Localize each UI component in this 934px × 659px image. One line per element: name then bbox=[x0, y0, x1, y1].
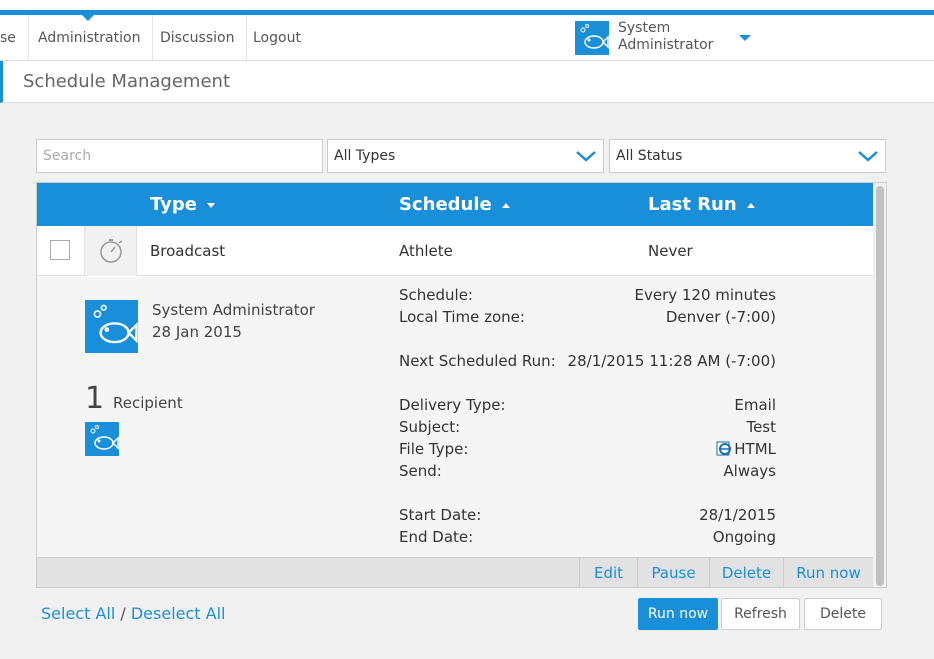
top-navigation: se Administration Discussion Logout Syst… bbox=[0, 15, 934, 61]
detail-label: Subject: bbox=[399, 418, 461, 436]
detail-label: Send: bbox=[399, 462, 442, 480]
row-actions-bar: Edit Pause Delete Run now bbox=[37, 557, 873, 587]
selection-separator: / bbox=[120, 604, 126, 623]
schedule-icon-cell bbox=[84, 226, 137, 276]
page-title: Schedule Management bbox=[23, 71, 231, 92]
detail-label: File Type: bbox=[399, 440, 469, 458]
nav-item-logout[interactable]: Logout bbox=[241, 15, 313, 61]
delete-button[interactable]: Delete bbox=[804, 598, 882, 630]
status-filter-value: All Status bbox=[616, 148, 683, 164]
deselect-all-link[interactable]: Deselect All bbox=[131, 604, 226, 623]
chevron-down-icon bbox=[858, 151, 878, 162]
detail-value: Every 120 minutes bbox=[634, 286, 776, 304]
fish-avatar-icon bbox=[580, 24, 609, 49]
table-row[interactable]: Broadcast Athlete Never bbox=[37, 226, 873, 276]
column-header-type[interactable]: Type bbox=[150, 183, 215, 226]
nav-item-discussion[interactable]: Discussion bbox=[148, 15, 248, 61]
created-date: 28 Jan 2015 bbox=[152, 323, 242, 341]
type-filter-select[interactable]: All Types bbox=[327, 139, 604, 173]
selection-links: Select All / Deselect All bbox=[41, 603, 225, 625]
row-schedule: Athlete bbox=[399, 242, 453, 260]
search-input[interactable] bbox=[36, 139, 323, 173]
column-header-schedule[interactable]: Schedule bbox=[399, 183, 510, 226]
column-header-last-run[interactable]: Last Run bbox=[648, 183, 755, 226]
scrollbar-thumb[interactable] bbox=[876, 186, 884, 586]
detail-value: Test bbox=[746, 418, 776, 436]
row-checkbox[interactable] bbox=[50, 240, 70, 260]
recipient-label: Recipient bbox=[113, 394, 183, 412]
nav-item-administration[interactable]: Administration bbox=[26, 15, 154, 61]
user-menu-caret-icon[interactable] bbox=[739, 35, 751, 41]
timer-icon bbox=[100, 239, 123, 263]
table-header: Type Schedule Last Run bbox=[37, 183, 873, 226]
creator-avatar bbox=[85, 300, 138, 353]
recipient-avatar[interactable] bbox=[85, 422, 119, 456]
recipient-count: 1 bbox=[85, 381, 105, 416]
detail-value: Always bbox=[723, 462, 776, 480]
detail-value: 28/1/2015 bbox=[699, 506, 776, 524]
status-filter-select[interactable]: All Status bbox=[609, 139, 886, 173]
user-name-line1: System bbox=[618, 20, 671, 36]
detail-label: Delivery Type: bbox=[399, 396, 506, 414]
html-file-icon bbox=[716, 441, 732, 456]
delete-row-button[interactable]: Delete bbox=[709, 558, 783, 587]
pause-button[interactable]: Pause bbox=[637, 558, 709, 587]
detail-value: Ongoing bbox=[712, 528, 776, 546]
detail-value: Denver (-7:00) bbox=[665, 308, 776, 326]
detail-label: Start Date: bbox=[399, 506, 482, 524]
row-type: Broadcast bbox=[150, 242, 226, 260]
detail-label: Schedule: bbox=[399, 286, 473, 304]
user-name[interactable]: System Administrator bbox=[618, 20, 713, 54]
user-name-line2: Administrator bbox=[618, 37, 714, 53]
detail-value: 28/1/2015 11:28 AM (-7:00) bbox=[567, 352, 776, 370]
row-last-run: Never bbox=[648, 242, 693, 260]
chevron-down-icon bbox=[576, 151, 596, 162]
fish-avatar-icon bbox=[90, 425, 119, 450]
type-filter-value: All Types bbox=[334, 148, 396, 164]
nav-item-partial[interactable]: se bbox=[0, 15, 29, 61]
schedule-details: System Administrator 28 Jan 2015 1 Recip… bbox=[37, 277, 873, 557]
detail-label: Next Scheduled Run: bbox=[399, 352, 556, 370]
run-now-button[interactable]: Run now bbox=[638, 598, 718, 630]
detail-label: End Date: bbox=[399, 528, 474, 546]
run-now-row-button[interactable]: Run now bbox=[783, 558, 873, 587]
sort-asc-icon bbox=[501, 202, 510, 208]
creator-info: System Administrator 28 Jan 2015 bbox=[152, 299, 315, 343]
user-avatar[interactable] bbox=[575, 21, 609, 55]
select-all-link[interactable]: Select All bbox=[41, 604, 115, 623]
refresh-button[interactable]: Refresh bbox=[721, 598, 800, 630]
page-header: Schedule Management bbox=[0, 61, 934, 103]
sort-desc-icon bbox=[206, 202, 215, 208]
sort-asc-icon bbox=[746, 202, 755, 208]
active-indicator-icon bbox=[82, 15, 94, 21]
detail-value-filetype: HTML bbox=[716, 438, 776, 460]
fish-avatar-icon bbox=[93, 304, 138, 344]
detail-value: Email bbox=[734, 396, 776, 414]
schedule-table: Type Schedule Last Run Broadcast Athlete… bbox=[36, 182, 887, 588]
detail-label: Local Time zone: bbox=[399, 308, 525, 326]
creator-name: System Administrator bbox=[152, 301, 315, 319]
edit-button[interactable]: Edit bbox=[579, 558, 637, 587]
